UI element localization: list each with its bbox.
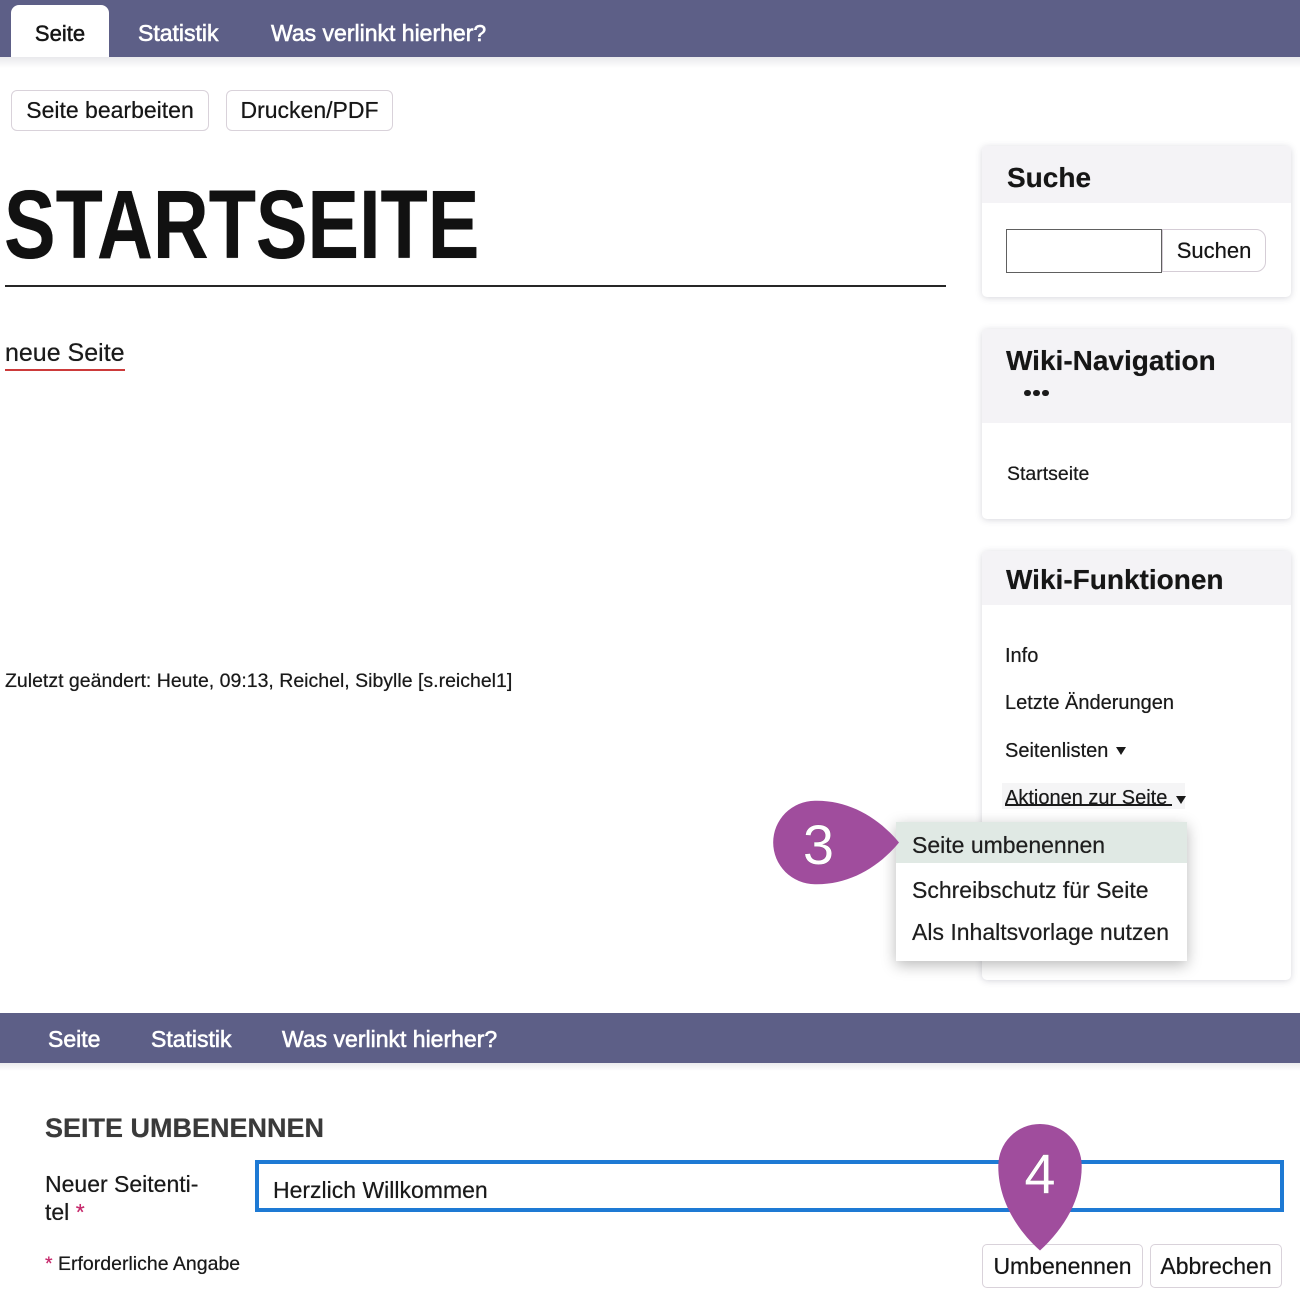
- svg-text:4: 4: [1024, 1142, 1055, 1205]
- svg-text:3: 3: [803, 813, 834, 876]
